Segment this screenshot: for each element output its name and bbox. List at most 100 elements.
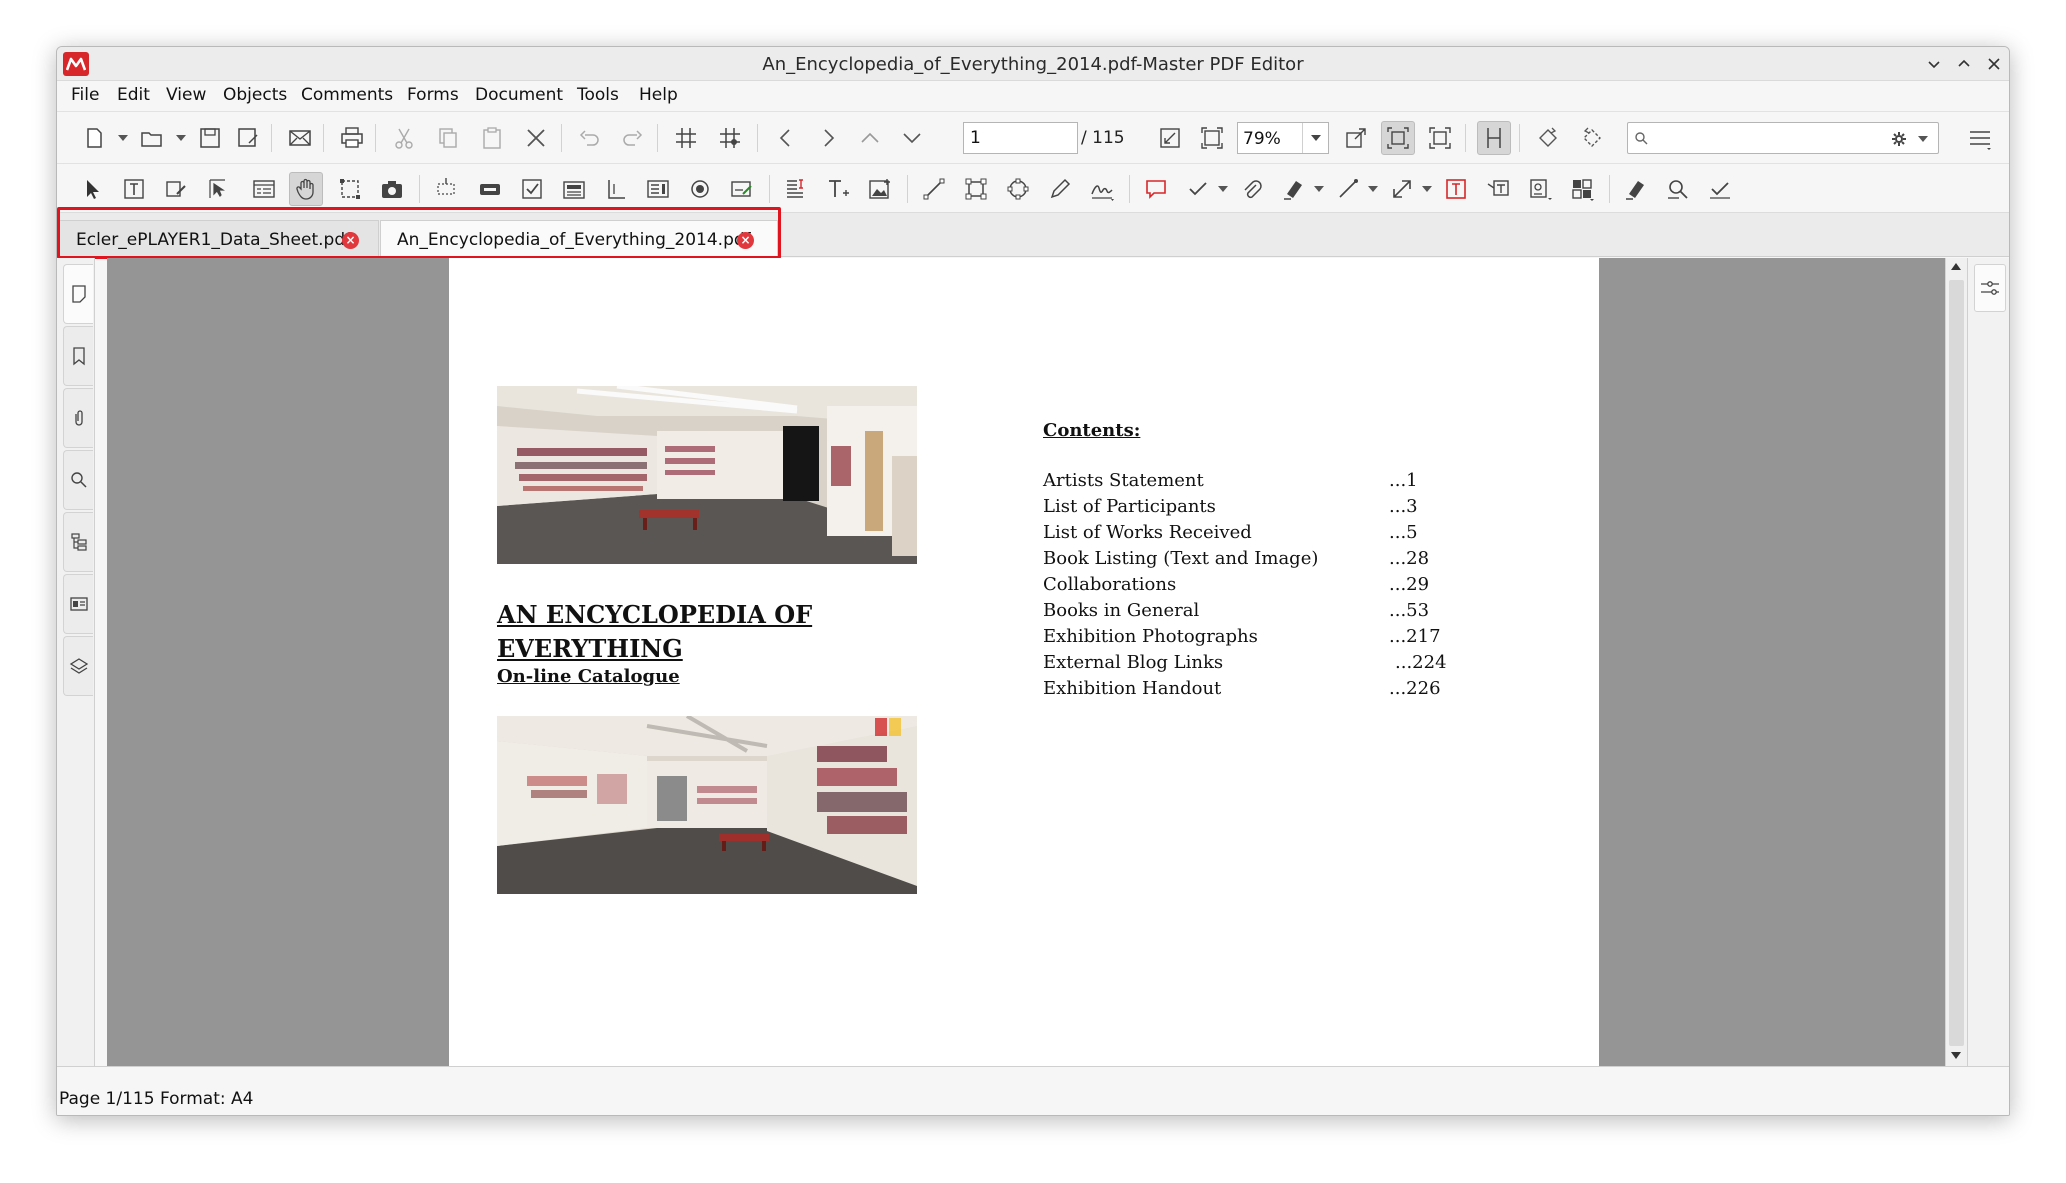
toc-entry-label[interactable]: Exhibition Handout bbox=[1043, 678, 1221, 699]
line-tool-icon[interactable] bbox=[917, 172, 951, 206]
toc-entry-label[interactable]: Collaborations bbox=[1043, 574, 1176, 595]
line-dropdown-icon[interactable] bbox=[1367, 172, 1379, 206]
vertical-scrollbar[interactable] bbox=[1945, 258, 1967, 1066]
menu-tools[interactable]: Tools bbox=[577, 85, 619, 105]
minimize-icon[interactable] bbox=[1923, 53, 1945, 75]
add-text-field-icon[interactable] bbox=[599, 172, 633, 206]
first-page-icon[interactable] bbox=[853, 121, 887, 155]
add-text-icon[interactable] bbox=[821, 172, 855, 206]
single-page-view-icon[interactable] bbox=[1477, 121, 1511, 155]
ellipse-tool-icon[interactable] bbox=[1001, 172, 1035, 206]
highlight-dropdown-icon[interactable] bbox=[1313, 172, 1325, 206]
page-number-input[interactable] bbox=[963, 122, 1078, 154]
menu-help[interactable]: Help bbox=[639, 85, 678, 105]
open-dropdown-icon[interactable] bbox=[175, 121, 187, 155]
toc-entry-label[interactable]: Artists Statement bbox=[1043, 470, 1204, 491]
menu-forms[interactable]: Forms bbox=[407, 85, 459, 105]
redo-icon[interactable] bbox=[615, 121, 649, 155]
tab-encyclopedia-of-everything[interactable]: An_Encyclopedia_of_Everything_2014.pdf × bbox=[380, 220, 778, 257]
search-input[interactable] bbox=[1654, 127, 1874, 149]
arrow-annotation-icon[interactable] bbox=[1385, 172, 1419, 206]
arrow-dropdown-icon[interactable] bbox=[1421, 172, 1433, 206]
menu-comments[interactable]: Comments bbox=[301, 85, 393, 105]
add-image-icon[interactable] bbox=[863, 172, 897, 206]
signature-icon[interactable] bbox=[1085, 172, 1119, 206]
checkmark-stamp-icon[interactable] bbox=[1181, 172, 1215, 206]
edit-objects-icon[interactable] bbox=[201, 172, 235, 206]
text-box-icon[interactable] bbox=[1439, 172, 1473, 206]
toc-entry-label[interactable]: Exhibition Photographs bbox=[1043, 626, 1258, 647]
maximize-icon[interactable] bbox=[1953, 53, 1975, 75]
menu-objects[interactable]: Objects bbox=[223, 85, 287, 105]
sidebar-search-button[interactable] bbox=[63, 450, 93, 510]
snapshot-camera-icon[interactable] bbox=[375, 172, 409, 206]
zoom-select[interactable]: 79% bbox=[1237, 122, 1329, 154]
add-link-icon[interactable] bbox=[429, 172, 463, 206]
add-checkbox-icon[interactable] bbox=[515, 172, 549, 206]
search-field[interactable] bbox=[1627, 122, 1939, 154]
properties-panel-button[interactable] bbox=[1974, 264, 2006, 312]
hamburger-menu-icon[interactable] bbox=[1963, 121, 1997, 155]
insert-page-icon[interactable] bbox=[1565, 172, 1599, 206]
menu-file[interactable]: File bbox=[71, 85, 99, 105]
save-as-icon[interactable] bbox=[231, 121, 265, 155]
marquee-select-icon[interactable] bbox=[333, 172, 367, 206]
toc-entry-label[interactable]: Books in General bbox=[1043, 600, 1199, 621]
attach-file-icon[interactable] bbox=[1235, 172, 1269, 206]
sidebar-signatures-button[interactable] bbox=[63, 574, 93, 634]
add-listbox-icon[interactable] bbox=[641, 172, 675, 206]
sidebar-attachments-button[interactable] bbox=[63, 388, 93, 448]
apply-redaction-icon[interactable] bbox=[1703, 172, 1737, 206]
toc-entry-label[interactable]: List of Works Received bbox=[1043, 522, 1252, 543]
close-tab-icon[interactable]: × bbox=[737, 232, 754, 249]
line-annotation-icon[interactable] bbox=[1331, 172, 1365, 206]
close-tab-icon[interactable]: × bbox=[342, 232, 359, 249]
open-folder-icon[interactable] bbox=[135, 121, 169, 155]
save-icon[interactable] bbox=[193, 121, 227, 155]
rectangle-tool-icon[interactable] bbox=[959, 172, 993, 206]
stamp-dropdown-icon[interactable] bbox=[1217, 172, 1229, 206]
zoom-in-icon[interactable] bbox=[1339, 121, 1373, 155]
callout-icon[interactable] bbox=[1481, 172, 1515, 206]
actual-size-icon[interactable] bbox=[1153, 121, 1187, 155]
menu-view[interactable]: View bbox=[166, 85, 206, 105]
next-page-icon[interactable] bbox=[811, 121, 845, 155]
toc-entry-label[interactable]: Book Listing (Text and Image) bbox=[1043, 548, 1318, 569]
add-combobox-icon[interactable] bbox=[557, 172, 591, 206]
highlight-icon[interactable] bbox=[1277, 172, 1311, 206]
sidebar-structure-button[interactable] bbox=[63, 512, 93, 572]
fit-width-icon[interactable] bbox=[1381, 121, 1415, 155]
sidebar-bookmarks-button[interactable] bbox=[63, 326, 93, 386]
add-radio-button-icon[interactable] bbox=[683, 172, 717, 206]
text-edit-icon[interactable] bbox=[779, 172, 813, 206]
new-dropdown-icon[interactable] bbox=[117, 121, 129, 155]
document-viewer[interactable]: AN ENCYCLOPEDIA OF EVERYTHING On-line Ca… bbox=[107, 258, 2000, 1066]
fit-page-icon[interactable] bbox=[1195, 121, 1229, 155]
zoom-dropdown-icon[interactable] bbox=[1302, 123, 1328, 153]
print-icon[interactable] bbox=[335, 121, 369, 155]
email-icon[interactable] bbox=[283, 121, 317, 155]
undo-icon[interactable] bbox=[573, 121, 607, 155]
hand-tool-icon[interactable] bbox=[289, 172, 323, 206]
toc-entry-label[interactable]: List of Participants bbox=[1043, 496, 1216, 517]
menu-document[interactable]: Document bbox=[475, 85, 563, 105]
menu-edit[interactable]: Edit bbox=[117, 85, 150, 105]
add-signature-field-icon[interactable] bbox=[725, 172, 759, 206]
add-button-icon[interactable] bbox=[473, 172, 507, 206]
select-arrow-icon[interactable] bbox=[75, 172, 109, 206]
edit-forms-panel-icon[interactable] bbox=[247, 172, 281, 206]
rotate-left-icon[interactable] bbox=[1531, 121, 1565, 155]
comment-note-icon[interactable] bbox=[1139, 172, 1173, 206]
last-page-icon[interactable] bbox=[895, 121, 929, 155]
sidebar-pages-button[interactable] bbox=[63, 264, 93, 324]
previous-page-icon[interactable] bbox=[769, 121, 803, 155]
copy-icon[interactable] bbox=[431, 121, 465, 155]
edit-text-icon[interactable] bbox=[117, 172, 151, 206]
tab-ecler-data-sheet[interactable]: Ecler_ePLAYER1_Data_Sheet.pdf × bbox=[59, 220, 379, 257]
delete-icon[interactable] bbox=[519, 121, 553, 155]
close-window-icon[interactable] bbox=[1983, 53, 2005, 75]
edit-forms-icon[interactable] bbox=[159, 172, 193, 206]
grid-icon[interactable] bbox=[669, 121, 703, 155]
new-document-icon[interactable] bbox=[77, 121, 111, 155]
paste-icon[interactable] bbox=[475, 121, 509, 155]
